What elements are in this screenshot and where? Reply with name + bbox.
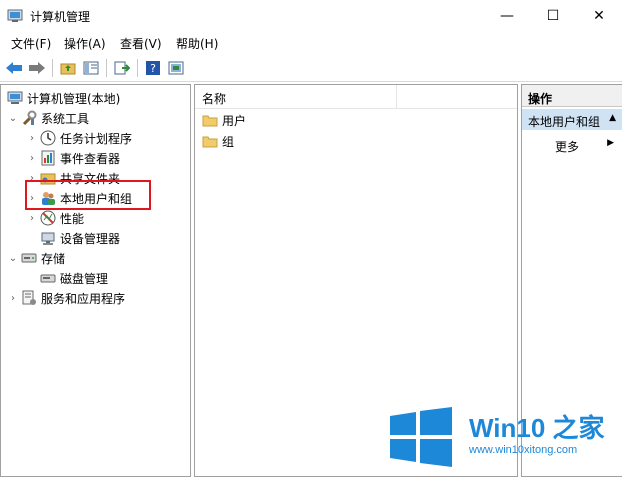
submenu-arrow-icon: ▶ — [607, 138, 614, 148]
tree-label: 任务计划程序 — [60, 131, 133, 146]
toolbar-separator — [52, 59, 53, 77]
actions-section-label: 本地用户和组 — [528, 115, 601, 129]
windows-logo-icon — [390, 407, 452, 467]
column-name-header[interactable]: 名称 — [202, 90, 226, 107]
folder-icon — [202, 112, 218, 128]
tree-item-services-applications[interactable]: › 服务和应用程序 — [7, 288, 125, 308]
title-bar: 计算机管理 — ☐ ✕ — [0, 0, 622, 32]
more-actions-label: 更多 — [555, 140, 580, 154]
tree-item-system-tools[interactable]: ⌄ 系统工具 — [7, 108, 89, 128]
maximize-button[interactable]: ☐ — [530, 0, 576, 32]
tree-item-storage[interactable]: ⌄ 存储 — [7, 248, 65, 268]
column-header[interactable]: 名称 — [195, 85, 517, 109]
menu-help[interactable]: 帮助(H) — [176, 35, 218, 52]
toolbar: ? — [0, 54, 622, 82]
tree-label: 存储 — [41, 251, 66, 266]
back-icon[interactable] — [4, 58, 24, 78]
tree-item-event-viewer[interactable]: › 事件查看器 — [26, 148, 120, 168]
up-folder-icon[interactable] — [58, 58, 78, 78]
tree-label: 计算机管理(本地) — [27, 91, 121, 106]
svg-text:?: ? — [150, 62, 156, 75]
forward-icon[interactable] — [27, 58, 47, 78]
show-tree-icon[interactable] — [81, 58, 101, 78]
console-tree-pane[interactable]: 计算机管理(本地) ⌄ 系统工具 › 任务计划程序 › 事件查看器 › 共享文件… — [0, 84, 191, 477]
collapsed-chevron-icon[interactable]: › — [7, 293, 19, 304]
export-list-icon[interactable] — [112, 58, 132, 78]
expanded-chevron-icon[interactable]: ⌄ — [7, 253, 19, 264]
computer-management-icon — [7, 90, 23, 106]
watermark-url: www.win10xitong.com — [469, 444, 578, 456]
menu-bar: 文件(F) 操作(A) 查看(V) 帮助(H) — [0, 32, 622, 54]
disk-icon — [40, 270, 56, 286]
more-actions-item[interactable]: 更多 ▶ — [522, 135, 622, 155]
tree-item-disk-management[interactable]: 磁盘管理 — [26, 268, 108, 288]
menu-view[interactable]: 查看(V) — [120, 35, 162, 52]
event-viewer-icon — [40, 150, 56, 166]
column-divider[interactable] — [396, 85, 397, 109]
tree-label: 磁盘管理 — [60, 271, 109, 286]
actions-header: 操作 — [522, 85, 622, 107]
collapsed-chevron-icon[interactable]: › — [26, 133, 38, 144]
menu-action[interactable]: 操作(A) — [64, 35, 106, 52]
tree-item-computer-management[interactable]: 计算机管理(本地) — [5, 88, 120, 108]
menu-file[interactable]: 文件(F) — [11, 35, 51, 52]
collapse-up-icon[interactable]: ▲ — [609, 113, 616, 123]
window-title: 计算机管理 — [30, 10, 91, 24]
folder-icon — [202, 133, 218, 149]
list-item-groups[interactable]: 组 — [200, 131, 234, 151]
win10-watermark: Win10 之家 www.win10xitong.com — [385, 400, 622, 477]
tree-item-performance[interactable]: › 性能 — [26, 208, 84, 228]
tree-label: 系统工具 — [41, 111, 90, 126]
tree-label: 设备管理器 — [60, 231, 121, 246]
tree-item-device-manager[interactable]: 设备管理器 — [26, 228, 120, 248]
highlight-annotation-box — [25, 180, 151, 210]
list-item-users[interactable]: 用户 — [200, 110, 246, 130]
computer-management-app-icon — [7, 8, 23, 24]
system-tools-icon — [21, 110, 37, 126]
tree-label: 服务和应用程序 — [41, 291, 126, 306]
tree-label: 事件查看器 — [60, 151, 121, 166]
tree-item-task-scheduler[interactable]: › 任务计划程序 — [26, 128, 132, 148]
watermark-brand: Win10 之家 — [469, 413, 605, 443]
list-item-label: 用户 — [222, 113, 247, 128]
help-icon[interactable]: ? — [143, 58, 163, 78]
list-item-label: 组 — [222, 134, 235, 149]
tree-label: 性能 — [60, 211, 85, 226]
collapsed-chevron-icon[interactable]: › — [26, 153, 38, 164]
storage-icon — [21, 250, 37, 266]
device-manager-icon — [40, 230, 56, 246]
toolbar-separator — [106, 59, 107, 77]
actions-section-local-users[interactable]: 本地用户和组 ▲ — [522, 109, 622, 130]
performance-icon — [40, 210, 56, 226]
toolbar-separator — [137, 59, 138, 77]
properties-icon[interactable] — [166, 58, 186, 78]
collapsed-chevron-icon[interactable]: › — [26, 213, 38, 224]
services-icon — [21, 290, 37, 306]
minimize-button[interactable]: — — [484, 0, 530, 32]
close-button[interactable]: ✕ — [576, 0, 622, 32]
expanded-chevron-icon[interactable]: ⌄ — [7, 113, 19, 124]
clock-icon — [40, 130, 56, 146]
